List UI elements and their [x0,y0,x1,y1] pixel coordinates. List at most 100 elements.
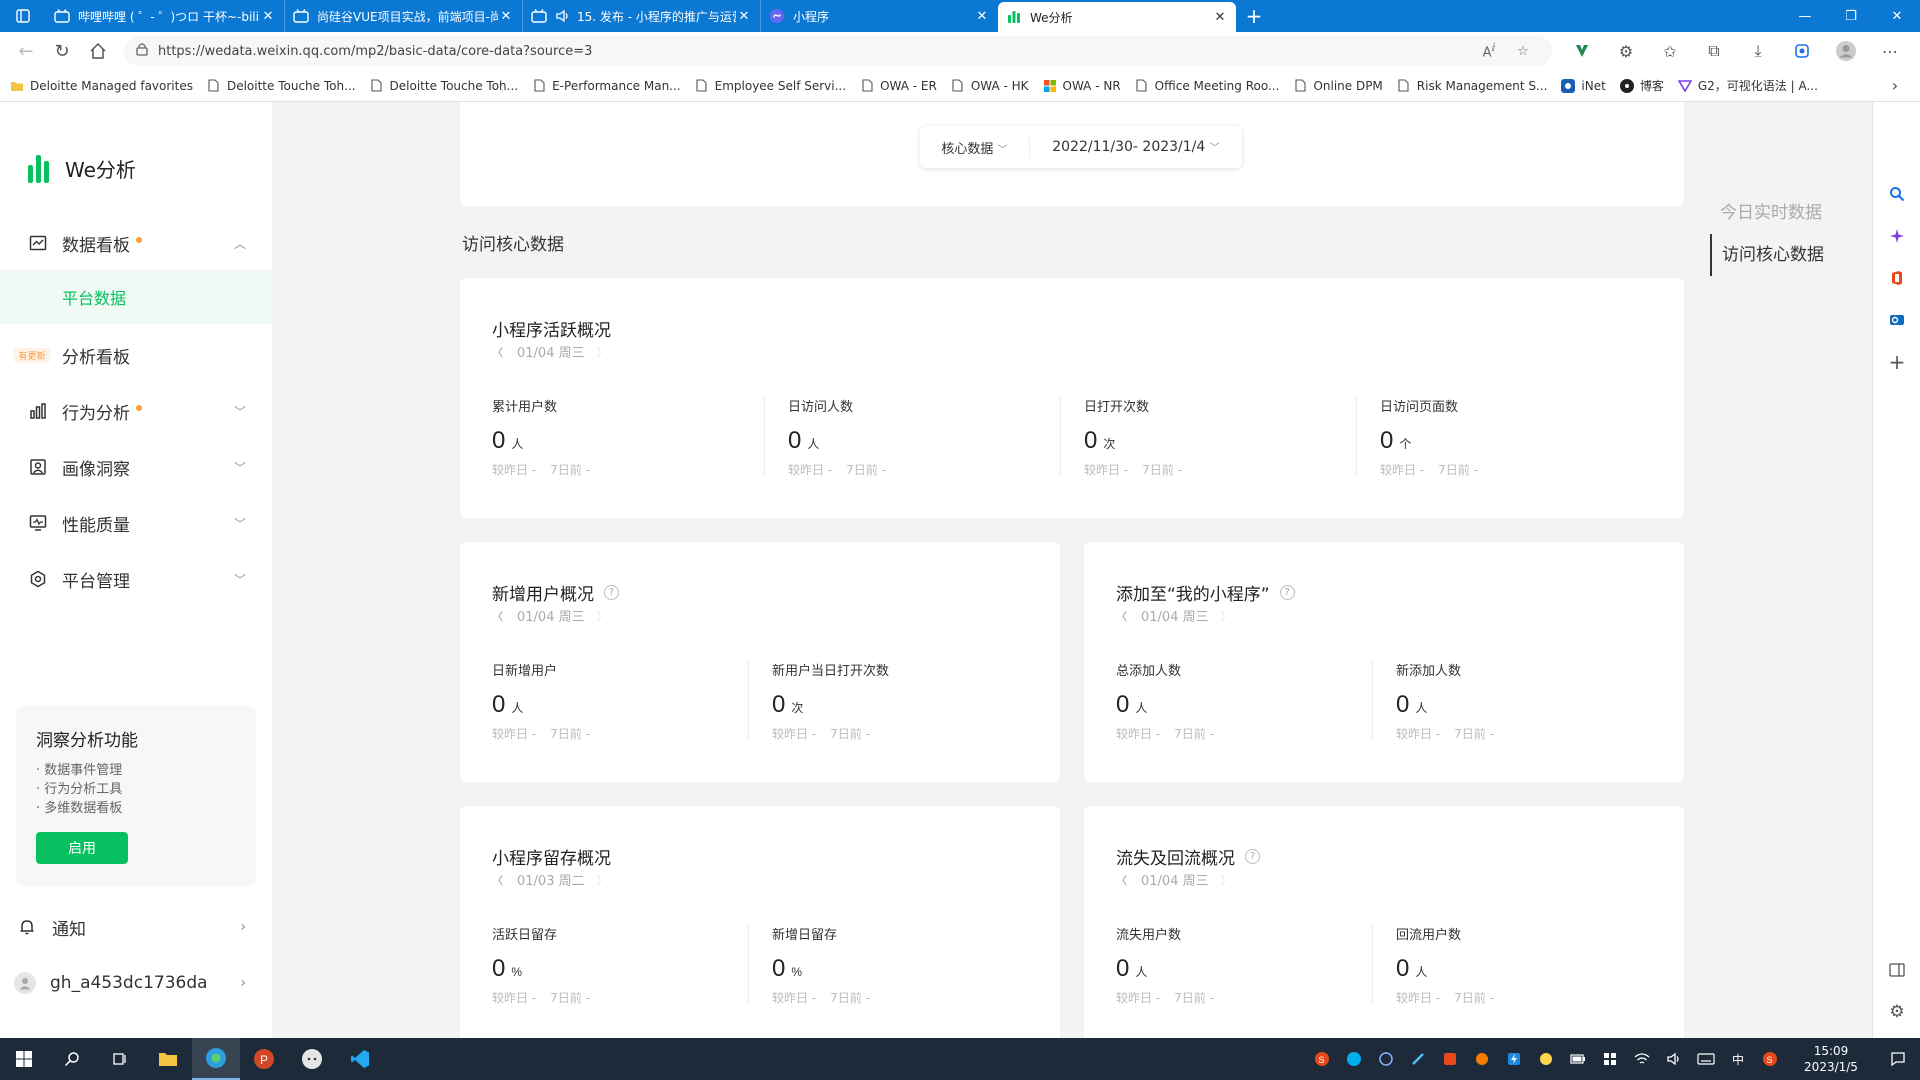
prev-date-icon[interactable]: 〈 [492,344,503,360]
nav-performance[interactable]: 性能质量 ﹀ [0,500,272,546]
tab-actions-menu-button[interactable] [0,0,46,32]
notifications-link[interactable]: 通知 › [0,904,272,950]
settings-more-icon[interactable]: ⋯ [1868,36,1912,66]
date-range-picker[interactable]: 2022/11/30- 2023/1/4 ﹀ [1030,139,1242,155]
prev-date-icon[interactable]: 〈 [492,608,503,624]
app-logo[interactable]: We分析 [28,154,136,183]
bookmark-item[interactable]: OWA - HK [951,79,1029,93]
minimize-icon[interactable]: — [1782,0,1828,32]
pen-icon[interactable] [1402,1052,1434,1066]
volume-icon[interactable] [1658,1052,1690,1066]
next-date-icon[interactable]: 〉 [1221,608,1232,624]
input-method-indicator[interactable]: 中 [1722,1051,1754,1068]
browser-tab-miniprogram[interactable]: 小程序 ✕ [760,0,998,32]
bookmark-item[interactable]: E-Performance Man... [532,79,681,93]
windows-start-icon[interactable] [0,1038,48,1080]
outlook-icon[interactable] [1873,304,1920,336]
taskbar-clock[interactable]: 15:09 2023/1/5 [1786,1043,1876,1075]
tray-grid-icon[interactable] [1594,1053,1626,1065]
browser-tab-we-analysis[interactable]: We分析 ✕ [998,2,1236,32]
bookmark-item[interactable]: 博客 [1619,77,1664,94]
nav-behavior-analysis[interactable]: 行为分析 ﹀ [0,388,272,434]
close-tab-icon[interactable]: ✕ [1212,10,1228,25]
enable-button[interactable]: 启用 [36,832,128,864]
prev-date-icon[interactable]: 〈 [1116,608,1127,624]
next-date-icon[interactable]: 〉 [597,608,608,624]
battery-icon[interactable] [1562,1054,1594,1064]
new-tab-button[interactable]: + [1236,0,1272,32]
bookmark-item[interactable]: iNet [1561,78,1606,93]
close-tab-icon[interactable]: ✕ [974,9,990,24]
sogou-icon[interactable]: S [1306,1052,1338,1066]
next-date-icon[interactable]: 〉 [597,872,608,888]
back-button[interactable]: ← [8,36,44,66]
extension-shield-icon[interactable] [1560,36,1604,66]
task-view-icon[interactable] [96,1038,144,1080]
office-tray-icon[interactable] [1434,1052,1466,1066]
nav-platform-manage[interactable]: 平台管理 ﹀ [0,556,272,602]
bookmark-item[interactable]: Online DPM [1293,79,1383,93]
prev-date-icon[interactable]: 〈 [492,872,503,888]
home-button[interactable] [80,36,116,66]
speaker-icon[interactable] [555,8,571,24]
profile-avatar-icon[interactable] [1824,36,1868,66]
account-link[interactable]: gh_a453dc1736da › [0,960,272,1006]
collections-icon[interactable]: ⧉ [1692,36,1736,66]
close-tab-icon[interactable]: ✕ [498,9,514,24]
bookmark-item[interactable]: OWA - ER [860,79,937,93]
restore-icon[interactable]: ❐ [1828,0,1874,32]
window-close-icon[interactable]: ✕ [1874,0,1920,32]
add-favorite-icon[interactable]: ☆ [1506,44,1540,59]
sidebar-layout-icon[interactable] [1873,954,1920,986]
nav-portrait-insight[interactable]: 画像洞察 ﹀ [0,444,272,490]
keyboard-icon[interactable] [1690,1053,1722,1065]
next-date-icon[interactable]: 〉 [597,344,608,360]
bookmark-item[interactable]: Employee Self Servi... [695,79,846,93]
read-aloud-icon[interactable]: Aⅈ [1472,41,1506,60]
bookmark-folder[interactable]: Deloitte Managed favorites [10,79,193,93]
tray-cloud-icon[interactable] [1530,1052,1562,1066]
powerpoint-icon[interactable]: P [240,1038,288,1080]
browser-tab-publish[interactable]: 15. 发布 - 小程序的推广与运营 ✕ [522,0,760,32]
nav-dashboard[interactable]: 数据看板 ︿ [0,220,272,266]
browser-essentials-icon[interactable] [1780,36,1824,66]
lock-icon[interactable] [136,42,148,60]
sogou-input-icon[interactable]: S [1754,1052,1786,1066]
browser-tab-bilibili[interactable]: 哔哩哔哩 ( ゜- ゜)つロ 干杯~-bilibili ✕ [46,0,284,32]
bookmark-item[interactable]: Deloitte Touche Toh... [370,79,518,93]
nav-analysis-board[interactable]: 有更新 分析看板 [0,332,272,378]
url-text[interactable]: https://wedata.weixin.qq.com/mp2/basic-d… [158,44,1472,59]
bookmark-item[interactable]: Risk Management S... [1397,79,1547,93]
close-tab-icon[interactable]: ✕ [260,9,276,24]
downloads-icon[interactable]: ⤓ [1736,36,1780,66]
bookmarks-overflow-icon[interactable]: › [1880,76,1910,95]
prev-date-icon[interactable]: 〈 [1116,872,1127,888]
favorites-icon[interactable]: ✩ [1648,36,1692,66]
wifi-icon[interactable] [1626,1052,1658,1066]
search-icon[interactable] [1873,178,1920,210]
notification-center-icon[interactable] [1876,1051,1920,1067]
extensions-icon[interactable]: ⚙ [1604,36,1648,66]
help-icon[interactable]: ? [1279,585,1295,600]
tray-app-icon[interactable] [1370,1052,1402,1066]
anchor-realtime[interactable]: 今日实时数据 [1710,192,1850,234]
help-icon[interactable]: ? [604,585,619,600]
file-explorer-icon[interactable] [144,1038,192,1080]
sparkle-icon[interactable] [1873,220,1920,252]
vscode-icon[interactable] [336,1038,384,1080]
url-bar[interactable]: https://wedata.weixin.qq.com/mp2/basic-d… [124,36,1552,66]
browser-tab-vue-course[interactable]: 尚硅谷VUE项目实战，前端项目-尚品汇 ✕ [284,0,522,32]
nav-platform-data[interactable]: 平台数据 [0,270,272,324]
refresh-button[interactable]: ↻ [44,36,80,66]
taskbar-search-icon[interactable] [48,1038,96,1080]
sidebar-settings-icon[interactable]: ⚙ [1873,996,1920,1028]
office-icon[interactable] [1873,262,1920,294]
bookmark-item[interactable]: Office Meeting Roo... [1135,79,1279,93]
anchor-core-data[interactable]: 访问核心数据 [1710,234,1850,276]
add-sidebar-app-icon[interactable]: + [1873,346,1920,378]
wechat-devtools-icon[interactable] [288,1038,336,1080]
close-tab-icon[interactable]: ✕ [736,9,752,24]
bookmark-item[interactable]: G2，可视化语法 | A... [1677,77,1818,94]
edge-browser-icon[interactable] [192,1038,240,1080]
skype-icon[interactable] [1338,1052,1370,1066]
